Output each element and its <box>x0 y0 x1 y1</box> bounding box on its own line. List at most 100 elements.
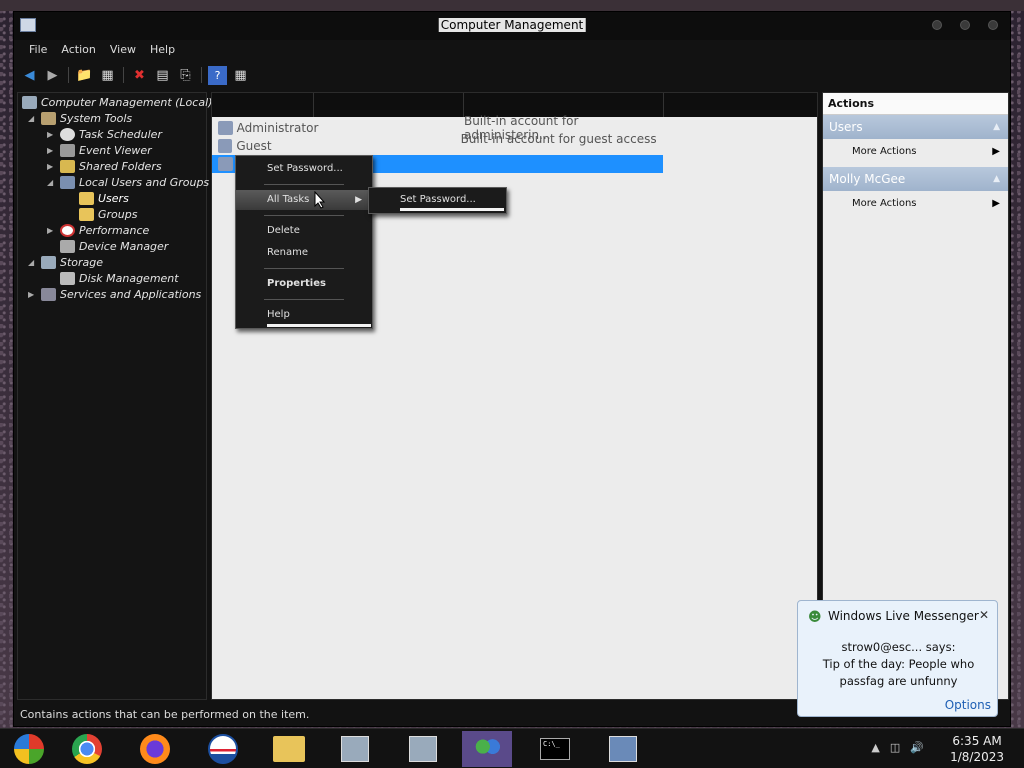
tree-item-system-tools[interactable]: ◢ System Tools <box>28 110 132 126</box>
user-icon <box>218 139 233 153</box>
column-header-name[interactable] <box>212 93 314 117</box>
console-tree: Computer Management (Local) ◢ System Too… <box>17 92 212 700</box>
services-icon <box>41 287 56 301</box>
network-icon[interactable]: ◫ <box>890 741 900 754</box>
computer-taskbar-button[interactable] <box>598 731 648 767</box>
minimize-button[interactable] <box>932 20 942 30</box>
chrome-taskbar-button[interactable] <box>62 731 112 767</box>
folder-icon <box>79 207 94 221</box>
menu-action[interactable]: Action <box>54 40 102 60</box>
tree-item-users[interactable]: Users <box>79 190 129 206</box>
collapse-caret-icon[interactable]: ▲ <box>993 115 1000 139</box>
show-hide-action-pane-icon[interactable]: ▦ <box>231 66 250 85</box>
menu-item-all-tasks[interactable]: All Tasks ▶ <box>236 190 372 210</box>
tree-item-shared-folders[interactable]: ▶ Shared Folders <box>47 158 162 174</box>
expand-arrow-icon[interactable]: ▶ <box>47 162 57 171</box>
menu-item-rename[interactable]: Rename <box>236 243 372 263</box>
show-hide-tree-icon[interactable]: ▦ <box>98 66 117 85</box>
menu-item-set-password[interactable]: Set Password... <box>236 159 372 179</box>
more-actions-user[interactable]: More Actions ▶ <box>823 191 1008 217</box>
menu-help[interactable]: Help <box>143 40 182 60</box>
back-icon[interactable]: ◀ <box>20 66 39 85</box>
menu-item-delete[interactable]: Delete <box>236 221 372 241</box>
tree-item-disk-management[interactable]: Disk Management <box>60 270 179 286</box>
clock-date: 1/8/2023 <box>950 750 1004 764</box>
column-header-full-name[interactable] <box>314 93 464 117</box>
tree-item-services-apps[interactable]: ▶ Services and Applications <box>28 286 201 302</box>
tree-item-device-manager[interactable]: Device Manager <box>60 238 168 254</box>
collapse-arrow-icon[interactable]: ◢ <box>47 178 57 187</box>
collapse-caret-icon[interactable]: ▲ <box>993 167 1000 191</box>
computer-icon <box>22 95 37 109</box>
close-icon[interactable]: ✕ <box>979 608 989 622</box>
actions-title: Actions <box>823 93 1008 115</box>
tree-item-local-users-groups[interactable]: ◢ Local Users and Groups <box>47 174 209 190</box>
messenger-icon <box>473 737 501 761</box>
system-tray: ▲ ◫ 🔊 <box>871 741 924 754</box>
menu-file[interactable]: File <box>22 40 54 60</box>
computer-management-icon <box>20 18 36 32</box>
submenu-arrow-icon: ▶ <box>992 198 1000 209</box>
command-prompt-icon: C:\_ <box>540 738 570 760</box>
tree-item-performance[interactable]: ▶ Performance <box>47 222 149 238</box>
taskbar: C:\_ ▲ ◫ 🔊 6:35 AM 1/8/2023 <box>0 728 1024 768</box>
toolbar-separator <box>201 67 202 83</box>
tree-item-storage[interactable]: ◢ Storage <box>28 254 103 270</box>
close-button[interactable] <box>988 20 998 30</box>
obama-logo-taskbar-button[interactable] <box>198 731 248 767</box>
properties-icon[interactable]: ▤ <box>153 66 172 85</box>
tree-item-event-viewer[interactable]: ▶ Event Viewer <box>47 142 152 158</box>
collapse-arrow-icon[interactable]: ◢ <box>28 258 38 267</box>
folder-icon <box>273 736 305 762</box>
forward-icon[interactable]: ▶ <box>43 66 62 85</box>
up-folder-icon[interactable]: 📁 <box>75 66 94 85</box>
expand-arrow-icon[interactable]: ▶ <box>47 130 57 139</box>
tree-item-groups[interactable]: Groups <box>79 206 137 222</box>
notification-title: Windows Live Messenger <box>828 609 979 623</box>
device-manager-icon <box>60 239 75 253</box>
actions-section-user[interactable]: Molly McGee ▲ <box>823 167 1008 191</box>
messenger-taskbar-button[interactable] <box>462 731 512 767</box>
submenu-item-set-password[interactable]: Set Password... <box>369 190 506 210</box>
firefox-taskbar-button[interactable] <box>130 731 180 767</box>
computer-management-taskbar-button[interactable] <box>330 731 380 767</box>
messenger-notification[interactable]: ☻ Windows Live Messenger ✕ strow0@esc...… <box>797 600 998 717</box>
menu-item-help[interactable]: Help <box>236 305 372 325</box>
event-viewer-icon <box>60 143 75 157</box>
file-explorer-taskbar-button[interactable] <box>264 731 314 767</box>
volume-icon[interactable]: 🔊 <box>910 741 924 754</box>
expand-arrow-icon[interactable]: ▶ <box>47 146 57 155</box>
menu-view[interactable]: View <box>103 40 143 60</box>
maximize-button[interactable] <box>960 20 970 30</box>
command-prompt-taskbar-button[interactable]: C:\_ <box>530 731 580 767</box>
more-actions-users[interactable]: More Actions ▶ <box>823 139 1008 165</box>
help-icon[interactable]: ? <box>208 65 227 85</box>
show-hidden-icons-icon[interactable]: ▲ <box>871 741 879 754</box>
delete-icon[interactable]: ✖ <box>130 66 149 85</box>
disk-icon <box>60 271 75 285</box>
table-row[interactable]: Guest Built-in account for guest access … <box>212 132 663 160</box>
shared-folder-icon <box>60 159 75 173</box>
user-icon <box>218 157 233 171</box>
start-button[interactable] <box>4 731 54 767</box>
tree-item-task-scheduler[interactable]: ▶ Task Scheduler <box>47 126 162 142</box>
title-bar[interactable]: Computer Management <box>14 12 1010 40</box>
user-name: Guest <box>236 139 272 153</box>
notification-options-link[interactable]: Options <box>945 698 991 712</box>
computer-management-2-taskbar-button[interactable] <box>398 731 448 767</box>
submenu-arrow-icon: ▶ <box>992 146 1000 157</box>
tree-item-root[interactable]: Computer Management (Local) <box>22 94 212 110</box>
users-group-icon <box>60 175 75 189</box>
taskbar-clock[interactable]: 6:35 AM 1/8/2023 <box>950 733 1004 765</box>
submenu-all-tasks: Set Password... <box>368 187 507 214</box>
menu-item-properties[interactable]: Properties <box>236 274 372 294</box>
expand-arrow-icon[interactable]: ▶ <box>47 226 57 235</box>
menu-separator <box>264 299 344 300</box>
submenu-arrow-icon: ▶ <box>355 195 362 205</box>
actions-section-users[interactable]: Users ▲ <box>823 115 1008 139</box>
desktop-top-strip <box>0 0 1024 11</box>
export-icon[interactable]: ⎘ <box>176 66 195 85</box>
messenger-icon: ☻ <box>808 610 822 625</box>
collapse-arrow-icon[interactable]: ◢ <box>28 114 38 123</box>
expand-arrow-icon[interactable]: ▶ <box>28 290 38 299</box>
